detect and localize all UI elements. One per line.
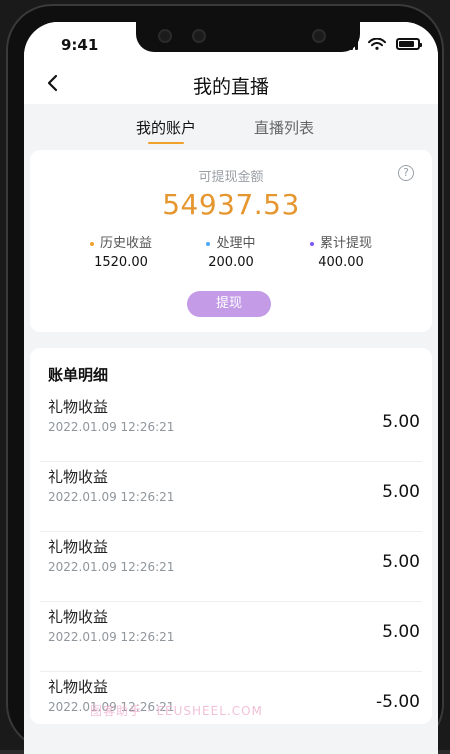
nav-bar: 我的直播: [24, 66, 438, 104]
withdraw-button[interactable]: 提现: [187, 291, 271, 317]
sensor-icon: [192, 29, 206, 43]
account-card: 可提现金额 ? 54937.53 历史收益 1520.00 处理中 200.00…: [30, 150, 432, 332]
list-item[interactable]: 礼物收益 2022.01.09 12:26:21 5.00: [40, 532, 422, 602]
tab-label: 我的账户: [136, 119, 197, 137]
bill-item-amount: 5.00: [382, 552, 420, 572]
tab-my-account[interactable]: 我的账户: [136, 117, 197, 144]
status-time: 9:41: [61, 36, 99, 54]
bill-item-title: 礼物收益: [48, 538, 109, 556]
account-stats: 历史收益 1520.00 处理中 200.00 累计提现 400.00: [30, 232, 432, 272]
stat-label: 历史收益: [99, 236, 152, 251]
battery-icon: [396, 38, 422, 50]
bill-details-title: 账单明细: [48, 366, 109, 384]
bill-item-time: 2022.01.09 12:26:21: [48, 560, 175, 574]
stat-dot: [309, 241, 314, 246]
bill-item-amount: 5.00: [382, 482, 420, 502]
phone-frame: 9:41 我的直播 我的账户 直播列表 可提现金额 ? 54937.53 历史收…: [6, 4, 444, 754]
tab-label: 直播列表: [254, 119, 315, 137]
stat-dot: [89, 241, 94, 246]
tab-live-list[interactable]: 直播列表: [254, 117, 314, 138]
device: 9:41 我的直播 我的账户 直播列表 可提现金额 ? 54937.53 历史收…: [0, 0, 450, 754]
bill-item-amount: 5.00: [382, 412, 420, 432]
tab-underline: [148, 142, 185, 144]
bill-item-title: 礼物收益: [48, 398, 109, 416]
tabs: 我的账户 直播列表: [24, 104, 438, 148]
phone-screen: 9:41 我的直播 我的账户 直播列表 可提现金额 ? 54937.53 历史收…: [24, 22, 438, 754]
help-icon[interactable]: ?: [398, 165, 414, 181]
stat-label: 处理中: [216, 236, 256, 251]
available-amount-label: 可提现金额: [198, 170, 264, 185]
bill-item-time: 2022.01.09 12:26:21: [48, 420, 175, 434]
page-title: 我的直播: [192, 76, 269, 98]
list-item[interactable]: 礼物收益 2022.01.09 12:26:21 5.00: [40, 392, 422, 462]
stat-dot: [206, 241, 211, 246]
wifi-icon: [368, 38, 386, 50]
list-item[interactable]: 礼物收益 2022.01.09 12:26:21 5.00: [40, 602, 422, 672]
bill-item-amount: -5.00: [376, 692, 420, 712]
phone-notch: [136, 22, 360, 52]
watermark: 图客助手 · EEUSHEEL.COM: [90, 704, 263, 718]
bill-item-title: 礼物收益: [48, 468, 109, 486]
list-item[interactable]: 礼物收益 2022.01.09 12:26:21 5.00: [40, 462, 422, 532]
stat-label: 累计提现: [319, 236, 372, 251]
bill-details-card: 账单明细 礼物收益 2022.01.09 12:26:21 5.00 礼物收益 …: [30, 348, 432, 724]
camera-icon: [158, 29, 172, 43]
bill-item-time: 2022.01.09 12:26:21: [48, 490, 175, 504]
bill-item-title: 礼物收益: [48, 608, 109, 626]
bill-item-title: 礼物收益: [48, 678, 109, 696]
bill-list: 礼物收益 2022.01.09 12:26:21 5.00 礼物收益 2022.…: [30, 392, 432, 741]
bill-item-amount: 5.00: [382, 622, 420, 642]
available-amount: 54937.53: [162, 188, 300, 221]
stat-total-withdrawn: 累计提现 400.00: [276, 232, 406, 270]
stat-value: 400.00: [318, 255, 364, 270]
sensor-icon: [312, 29, 326, 43]
bill-item-time: 2022.01.09 12:26:21: [48, 630, 175, 644]
